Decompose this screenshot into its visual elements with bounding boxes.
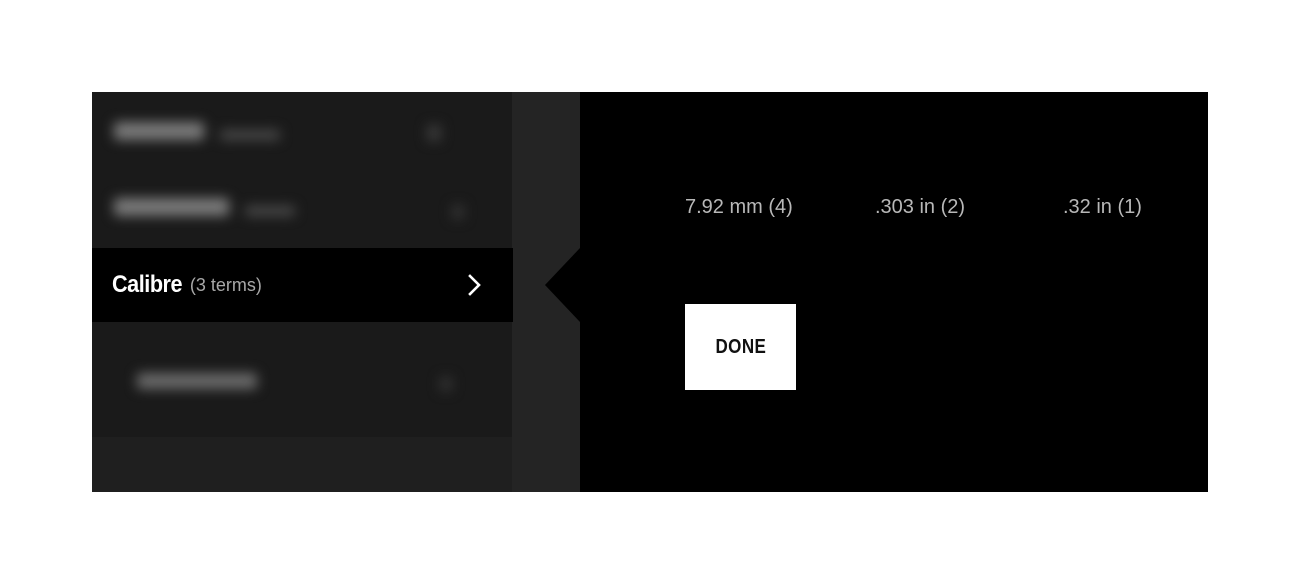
filter-item-count: (3 terms) (189, 274, 262, 295)
filter-dialog: Calibre (3 terms) 7.92 mm (4) .303 in (2… (92, 92, 1208, 492)
chevron-right-icon (468, 274, 481, 296)
blurred-chevron-icon (452, 202, 464, 225)
filter-category-panel: Calibre (3 terms) (92, 92, 580, 492)
blurred-filter-row (137, 372, 257, 395)
done-button[interactable]: DONE (685, 304, 796, 390)
filter-item-calibre[interactable]: Calibre (3 terms) (92, 248, 513, 322)
blurred-filter-row (114, 122, 280, 146)
blurred-chevron-icon (440, 374, 452, 397)
blurred-chevron-icon (427, 124, 441, 147)
panel-pointer (545, 248, 580, 322)
option-7-92-mm[interactable]: 7.92 mm (4) (685, 196, 793, 219)
done-button-label: DONE (715, 335, 766, 358)
option-303-in[interactable]: .303 in (2) (875, 196, 965, 219)
blurred-filter-row (114, 198, 295, 222)
option-32-in[interactable]: .32 in (1) (1063, 196, 1142, 219)
filter-item-label: Calibre (112, 271, 183, 298)
filter-options-panel: 7.92 mm (4) .303 in (2) .32 in (1) DONE (580, 92, 1208, 492)
panel-bottom-shade (92, 437, 512, 492)
